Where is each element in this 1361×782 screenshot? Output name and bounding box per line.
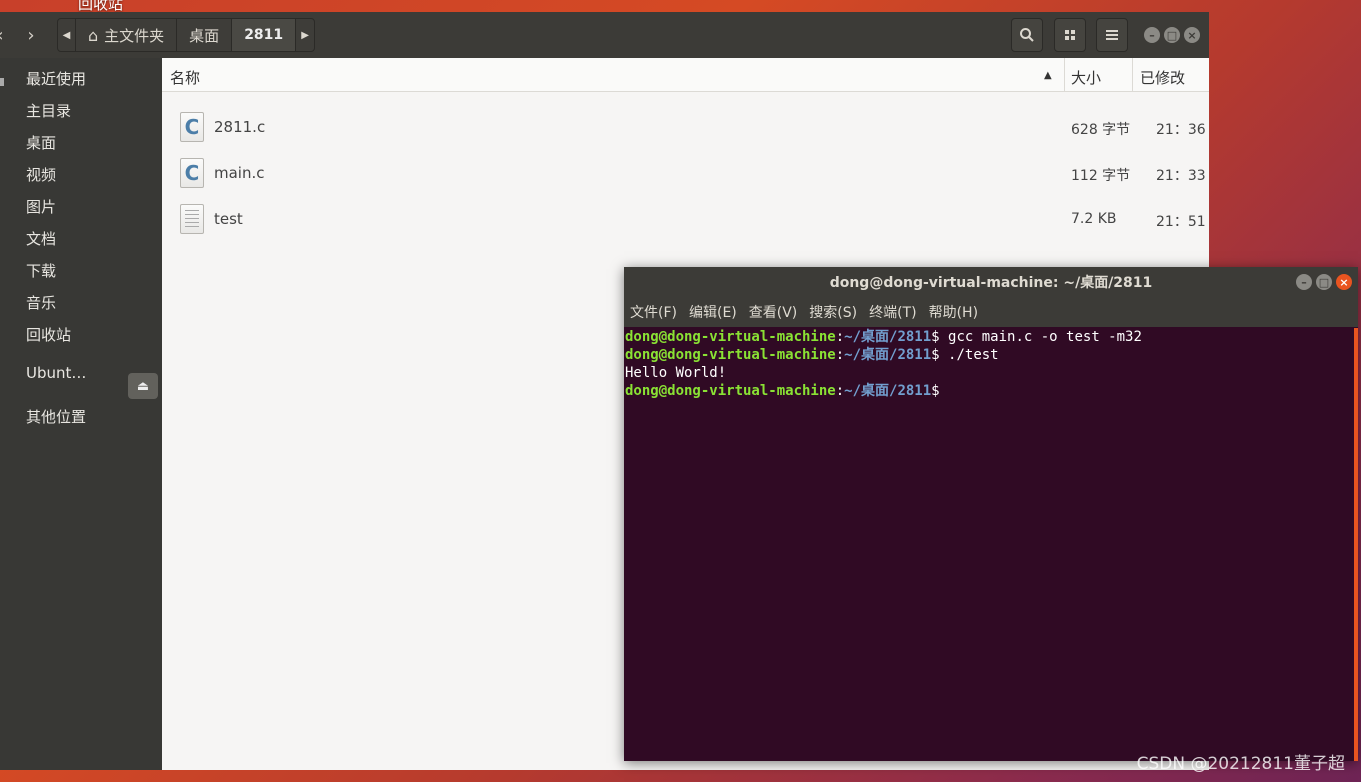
terminal-scrollbar[interactable] bbox=[1354, 328, 1358, 761]
prompt-user: dong@dong-virtual-machine bbox=[625, 347, 836, 363]
terminal-close-icon[interactable]: × bbox=[1336, 274, 1352, 290]
breadcrumb-right-arrow-icon[interactable]: ▶ bbox=[296, 19, 314, 51]
maximize-icon[interactable]: □ bbox=[1164, 27, 1180, 43]
sidebar-item-pictures[interactable]: 图片 bbox=[26, 196, 56, 217]
sidebar-item-documents[interactable]: 文档 bbox=[26, 228, 56, 249]
sidebar-item-music[interactable]: 音乐 bbox=[26, 292, 56, 313]
command-text: gcc main.c -o test -m32 bbox=[939, 329, 1142, 345]
sidebar-item-device[interactable]: Ubunt… bbox=[26, 364, 86, 382]
menu-file[interactable]: 文件(F) bbox=[630, 302, 677, 322]
column-modified-header[interactable]: 已修改 bbox=[1140, 67, 1185, 88]
c-source-file-icon: C bbox=[180, 112, 204, 142]
grid-view-button[interactable] bbox=[1054, 18, 1086, 52]
sidebar-item-trash[interactable]: 回收站 bbox=[26, 324, 71, 345]
grid-icon bbox=[1065, 30, 1075, 40]
breadcrumb-home-label: 主文件夹 bbox=[104, 26, 165, 45]
header-bar: ‹ › ◀ ⌂ 主文件夹 桌面 2811 ▶ – □ × bbox=[0, 12, 1209, 58]
file-size: 7.2 KB bbox=[1071, 211, 1117, 227]
sidebar-item-desktop[interactable]: 桌面 bbox=[26, 132, 56, 153]
terminal-minimize-icon[interactable]: – bbox=[1296, 274, 1312, 290]
terminal-menubar: 文件(F) 编辑(E) 查看(V) 搜索(S) 终端(T) 帮助(H) bbox=[624, 297, 1358, 327]
watermark: CSDN @20212811董子超 bbox=[1136, 754, 1345, 774]
menu-view[interactable]: 查看(V) bbox=[749, 302, 798, 322]
breadcrumb-desktop[interactable]: 桌面 bbox=[177, 19, 233, 51]
sidebar-item-other-locations[interactable]: 其他位置 bbox=[26, 406, 86, 427]
prompt-path: ~/桌面/2811 bbox=[844, 383, 932, 399]
home-icon: ⌂ bbox=[88, 25, 99, 45]
sidebar-item-downloads[interactable]: 下载 bbox=[26, 260, 56, 281]
terminal-maximize-icon[interactable]: □ bbox=[1316, 274, 1332, 290]
terminal-window[interactable]: dong@dong-virtual-machine: ~/桌面/2811 – □… bbox=[624, 267, 1358, 761]
prompt-path: ~/桌面/2811 bbox=[844, 329, 932, 345]
terminal-title: dong@dong-virtual-machine: ~/桌面/2811 bbox=[624, 267, 1358, 297]
breadcrumb-current-folder[interactable]: 2811 bbox=[232, 19, 297, 51]
file-modified: 21：33 bbox=[1156, 168, 1206, 184]
menu-terminal[interactable]: 终端(T) bbox=[869, 302, 916, 322]
forward-icon[interactable]: › bbox=[18, 18, 44, 52]
prompt-user: dong@dong-virtual-machine bbox=[625, 383, 836, 399]
sidebar-item-recent[interactable]: 最近使用 bbox=[26, 68, 86, 89]
c-source-file-icon: C bbox=[180, 158, 204, 188]
menu-button[interactable] bbox=[1096, 18, 1128, 52]
breadcrumb-home[interactable]: ⌂ 主文件夹 bbox=[76, 19, 178, 51]
command-text: ./test bbox=[939, 347, 999, 363]
menu-help[interactable]: 帮助(H) bbox=[929, 302, 978, 322]
file-row[interactable]: test 7.2 KB 21：51 bbox=[162, 196, 1209, 242]
column-divider bbox=[1132, 58, 1133, 92]
text-file-icon bbox=[180, 204, 204, 234]
column-size-header[interactable]: 大小 bbox=[1071, 67, 1101, 88]
terminal-line: dong@dong-virtual-machine:~/桌面/2811$ bbox=[625, 383, 940, 399]
hamburger-icon bbox=[1106, 30, 1118, 40]
file-size: 628 字节 bbox=[1071, 122, 1131, 138]
minimize-icon[interactable]: – bbox=[1144, 27, 1160, 43]
file-row[interactable]: C 2811.c 628 字节 21：36 bbox=[162, 104, 1209, 150]
terminal-output[interactable]: dong@dong-virtual-machine:~/桌面/2811$ gcc… bbox=[624, 328, 1358, 761]
file-name: main.c bbox=[214, 164, 265, 182]
sort-ascending-icon[interactable]: ▲ bbox=[1044, 70, 1052, 81]
terminal-output-line: Hello World! bbox=[625, 365, 727, 381]
search-button[interactable] bbox=[1011, 18, 1043, 52]
terminal-line: dong@dong-virtual-machine:~/桌面/2811$ ./t… bbox=[625, 347, 999, 363]
file-name: test bbox=[214, 210, 243, 228]
close-icon[interactable]: × bbox=[1184, 27, 1200, 43]
eject-icon[interactable]: ⏏ bbox=[128, 373, 158, 399]
breadcrumb-left-arrow-icon[interactable]: ◀ bbox=[58, 19, 76, 51]
back-icon[interactable]: ‹ bbox=[0, 18, 12, 52]
column-header: 名称 ▲ 大小 已修改 bbox=[162, 58, 1209, 92]
sidebar-item-videos[interactable]: 视频 bbox=[26, 164, 56, 185]
breadcrumb: ◀ ⌂ 主文件夹 桌面 2811 ▶ bbox=[57, 18, 316, 52]
prompt-user: dong@dong-virtual-machine bbox=[625, 329, 836, 345]
terminal-line: dong@dong-virtual-machine:~/桌面/2811$ gcc… bbox=[625, 329, 1142, 345]
search-icon bbox=[1020, 28, 1034, 42]
sidebar-item-home[interactable]: 主目录 bbox=[26, 100, 71, 121]
menu-edit[interactable]: 编辑(E) bbox=[689, 302, 737, 322]
sidebar-edge-mark bbox=[0, 78, 4, 86]
menu-search[interactable]: 搜索(S) bbox=[809, 302, 857, 322]
column-name-header[interactable]: 名称 bbox=[170, 67, 200, 88]
sidebar: 最近使用 主目录 桌面 视频 图片 文档 下载 音乐 回收站 Ubunt… ⏏ … bbox=[0, 58, 162, 770]
file-size: 112 字节 bbox=[1071, 168, 1131, 184]
file-modified: 21：51 bbox=[1156, 214, 1206, 230]
file-modified: 21：36 bbox=[1156, 122, 1206, 138]
file-row[interactable]: C main.c 112 字节 21：33 bbox=[162, 150, 1209, 196]
file-name: 2811.c bbox=[214, 118, 266, 136]
column-divider bbox=[1064, 58, 1065, 92]
prompt-path: ~/桌面/2811 bbox=[844, 347, 932, 363]
